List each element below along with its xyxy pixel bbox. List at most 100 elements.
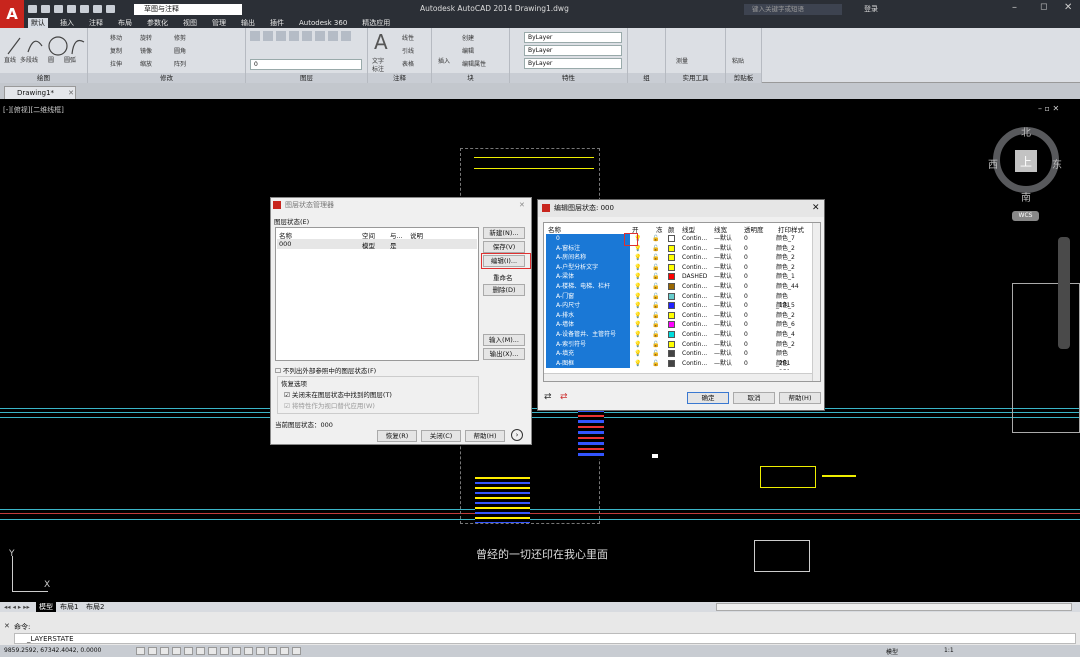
- panel-label-annotation[interactable]: 注释: [368, 73, 431, 83]
- tab-plugins[interactable]: 插件: [267, 18, 287, 28]
- arc-button[interactable]: 圆弧: [64, 55, 76, 64]
- check-external[interactable]: ☐ 不列出外部参照中的图层状态(F): [275, 365, 376, 375]
- panel-label-clipboard[interactable]: 剪贴板: [726, 73, 761, 83]
- layer-row[interactable]: A-填充 💡 🔓 Contin... —默认 0 颜色_251: [544, 349, 799, 367]
- panel-label-block[interactable]: 块: [432, 73, 509, 83]
- tab-home[interactable]: 默认: [28, 18, 48, 28]
- horizontal-scrollbar[interactable]: [544, 373, 812, 381]
- paste-button[interactable]: 粘贴: [732, 56, 744, 65]
- linetype-dropdown[interactable]: ByLayer: [524, 45, 622, 56]
- header-freeze[interactable]: 冻: [656, 224, 663, 234]
- layer-dropdown[interactable]: 0: [250, 59, 362, 70]
- tab-layout[interactable]: 布局: [115, 18, 135, 28]
- insert-button[interactable]: 插入: [438, 56, 450, 65]
- close-cmd-icon[interactable]: ✕: [4, 622, 10, 630]
- tab-model[interactable]: 模型: [36, 602, 56, 612]
- linear-button[interactable]: 线性: [402, 33, 414, 42]
- layer-row[interactable]: A-门窗 💡 🔓 Contin... —默认 0 颜色_131: [544, 291, 799, 309]
- check-viewport-override[interactable]: ☑ 将特性作为视口替代应用(W): [284, 400, 375, 410]
- layer-states-list[interactable]: 名称 空间 与... 说明 000 模型 是: [275, 227, 479, 361]
- leader-button[interactable]: 引线: [402, 46, 414, 55]
- rename-button[interactable]: 重命名: [493, 272, 513, 282]
- compass-north[interactable]: 北: [1021, 124, 1031, 139]
- tab-layout1[interactable]: 布局1: [60, 602, 78, 612]
- layer-row[interactable]: 0 💡 🔓 Contin... —默认 0 颜色_7: [544, 234, 799, 244]
- document-tab[interactable]: Drawing1* ✕: [4, 86, 76, 99]
- wcs-menu[interactable]: WCS: [1012, 211, 1039, 221]
- copy-button[interactable]: 复制: [110, 46, 122, 55]
- panel-label-layers[interactable]: 图层: [246, 73, 367, 83]
- tab-featured-apps[interactable]: 精选应用: [359, 18, 393, 28]
- color-dropdown[interactable]: ByLayer: [524, 32, 622, 43]
- add-layers-icon[interactable]: ⇄: [544, 392, 552, 402]
- close-icon[interactable]: ✕: [519, 198, 525, 212]
- viewcube-top[interactable]: 上: [1015, 150, 1037, 172]
- workspace-selector[interactable]: 草图与注释: [134, 4, 242, 15]
- header-transparency[interactable]: 透明度: [744, 224, 764, 234]
- cancel-button[interactable]: 取消: [733, 392, 775, 404]
- layer-row[interactable]: A-户型分析文字 💡 🔓 Contin... —默认 0 颜色_2: [544, 262, 799, 273]
- quick-access-toolbar[interactable]: [28, 5, 119, 13]
- compass-east[interactable]: 东: [1052, 156, 1062, 171]
- export-button[interactable]: 输出(X)...: [483, 348, 525, 360]
- mirror-button[interactable]: 镜像: [140, 46, 152, 55]
- delete-button[interactable]: 删除(D): [483, 284, 525, 296]
- panel-label-modify[interactable]: 修改: [88, 73, 245, 83]
- move-button[interactable]: 移动: [110, 33, 122, 42]
- model-space-button[interactable]: 模型: [886, 647, 898, 656]
- array-button[interactable]: 阵列: [174, 59, 186, 68]
- panel-label-group[interactable]: 组: [628, 73, 665, 83]
- help-button[interactable]: 帮助(H): [779, 392, 821, 404]
- edit-block-button[interactable]: 编辑: [462, 46, 474, 55]
- layer-state-row[interactable]: 000 模型 是: [277, 239, 477, 250]
- create-block-button[interactable]: 创建: [462, 33, 474, 42]
- check-close-layers[interactable]: ☑ 关闭未在图层状态中找到的图层(T): [284, 389, 392, 399]
- header-color[interactable]: 颜: [668, 224, 675, 234]
- layer-row[interactable]: A-排水 💡 🔓 Contin... —默认 0 颜色_2: [544, 310, 799, 321]
- table-button[interactable]: 表格: [402, 59, 414, 68]
- remove-layers-icon[interactable]: ⇄: [560, 392, 568, 402]
- navigation-bar[interactable]: [1058, 237, 1070, 349]
- import-button[interactable]: 输入(M)...: [483, 334, 525, 346]
- panel-label-utilities[interactable]: 实用工具: [666, 73, 725, 83]
- maximize-icon[interactable]: ◻: [1040, 2, 1047, 12]
- layer-tool-icons[interactable]: [250, 31, 351, 41]
- header-name[interactable]: 名称: [548, 224, 561, 234]
- dimension-button[interactable]: 标注: [372, 64, 384, 73]
- rotate-button[interactable]: 旋转: [140, 33, 152, 42]
- redo-icon[interactable]: [106, 5, 115, 13]
- search-input[interactable]: 键入关键字或短语: [744, 4, 842, 15]
- panel-label-draw[interactable]: 绘图: [0, 73, 87, 83]
- layer-table[interactable]: 名称 开 冻 颜 线型 线宽 透明度 打印样式 0 💡 🔓 Contin... —默认 0…: [543, 222, 821, 382]
- close-button[interactable]: 关闭(C): [421, 430, 461, 442]
- viewport-controls[interactable]: – ▫ ✕: [1038, 104, 1059, 113]
- measure-button[interactable]: 测量: [676, 56, 688, 65]
- layer-row[interactable]: A-墙体 💡 🔓 Contin... —默认 0 颜色_6: [544, 320, 799, 330]
- drafting-toggles[interactable]: [136, 647, 301, 655]
- view-label[interactable]: [-][俯视][二维线框]: [3, 105, 64, 115]
- trim-button[interactable]: 修剪: [174, 33, 186, 42]
- vertical-scrollbar[interactable]: [812, 223, 820, 381]
- new-button[interactable]: 新建(N)...: [483, 227, 525, 239]
- save-button[interactable]: 保存(V): [483, 241, 525, 253]
- layer-row[interactable]: A-梁体 💡 🔓 DASHED —默认 0 颜色_1: [544, 272, 799, 282]
- expand-icon[interactable]: ›: [511, 429, 523, 441]
- tab-parametric[interactable]: 参数化: [144, 18, 171, 28]
- minimize-icon[interactable]: –: [1012, 2, 1017, 13]
- edit-attribute-button[interactable]: 编辑属性: [462, 59, 486, 68]
- layer-row[interactable]: A-窗标注 💡 🔓 Contin... —默认 0 颜色_2: [544, 243, 799, 254]
- lineweight-dropdown[interactable]: ByLayer: [524, 58, 622, 69]
- polyline-button[interactable]: 多段线: [20, 55, 38, 64]
- layer-row[interactable]: A-设备管井、主管符号 💡 🔓 Contin... —默认 0 颜色_4: [544, 330, 799, 340]
- login-button[interactable]: 登录: [864, 4, 878, 14]
- new-icon[interactable]: [28, 5, 37, 13]
- save-icon[interactable]: [54, 5, 63, 13]
- compass-west[interactable]: 西: [988, 156, 998, 171]
- tab-layout2[interactable]: 布局2: [86, 602, 104, 612]
- close-icon[interactable]: ✕: [1064, 2, 1072, 13]
- tab-manage[interactable]: 管理: [209, 18, 229, 28]
- print-icon[interactable]: [80, 5, 89, 13]
- close-tab-icon[interactable]: ✕: [68, 89, 74, 97]
- coordinates-readout[interactable]: 9859.2592, 67342.4042, 0.0000: [4, 647, 101, 654]
- open-icon[interactable]: [41, 5, 50, 13]
